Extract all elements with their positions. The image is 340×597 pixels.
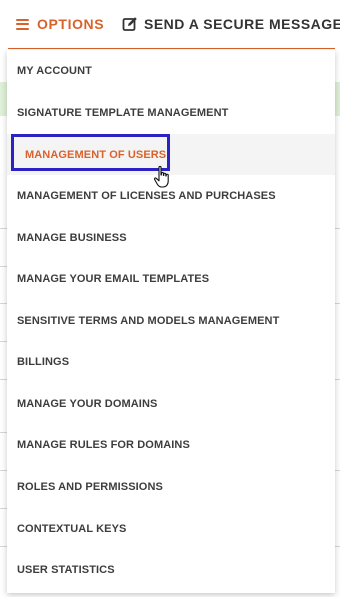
menu-item-manage-rules-for-domains[interactable]: MANAGE RULES FOR DOMAINS [7, 424, 335, 465]
menu-item-label: MANAGE YOUR DOMAINS [17, 397, 158, 410]
focus-highlight [11, 134, 170, 171]
menu-item-label: BILLINGS [17, 355, 70, 368]
menu-item-label: MANAGE YOUR EMAIL TEMPLATES [17, 272, 210, 285]
menu-item-label: SENSITIVE TERMS AND MODELS MANAGEMENT [17, 314, 280, 327]
menu-item-label: USER STATISTICS [17, 563, 115, 576]
menu-item-billings[interactable]: BILLINGS [7, 341, 335, 382]
background-divider [335, 228, 340, 229]
options-dropdown-menu: MY ACCOUNT SIGNATURE TEMPLATE MANAGEMENT… [7, 50, 335, 593]
menu-item-label: MANAGE RULES FOR DOMAINS [17, 438, 190, 451]
hand-pointer-icon [153, 165, 169, 188]
menu-item-label: CONTEXTUAL KEYS [17, 522, 127, 535]
background-divider [335, 379, 340, 380]
menu-item-label: MANAGE BUSINESS [17, 231, 127, 244]
menu-item-signature-template-management[interactable]: SIGNATURE TEMPLATE MANAGEMENT [7, 92, 335, 133]
menu-item-my-account[interactable]: MY ACCOUNT [7, 50, 335, 91]
menu-item-contextual-keys[interactable]: CONTEXTUAL KEYS [7, 508, 335, 549]
background-divider [335, 470, 340, 471]
menu-item-label: MANAGEMENT OF LICENSES AND PURCHASES [17, 189, 276, 202]
send-secure-message-label: SEND A SECURE MESSAGE [144, 16, 340, 32]
options-button[interactable]: OPTIONS [16, 14, 104, 34]
background-divider [335, 303, 340, 304]
menu-item-label: ROLES AND PERMISSIONS [17, 480, 163, 493]
menu-item-manage-domains[interactable]: MANAGE YOUR DOMAINS [7, 383, 335, 424]
background-divider [335, 546, 340, 547]
menu-item-roles-and-permissions[interactable]: ROLES AND PERMISSIONS [7, 466, 335, 507]
menu-item-user-statistics[interactable]: USER STATISTICS [7, 549, 335, 590]
options-label: OPTIONS [37, 16, 105, 32]
menu-item-manage-email-templates[interactable]: MANAGE YOUR EMAIL TEMPLATES [7, 258, 335, 299]
hamburger-icon [16, 18, 29, 30]
edit-icon [122, 17, 137, 31]
top-bar: OPTIONS SEND A SECURE MESSAGE [0, 0, 340, 48]
active-underline [8, 48, 335, 49]
menu-item-manage-business[interactable]: MANAGE BUSINESS [7, 217, 335, 258]
menu-item-label: MY ACCOUNT [17, 64, 92, 77]
menu-item-label: SIGNATURE TEMPLATE MANAGEMENT [17, 106, 229, 119]
send-secure-message-button[interactable]: SEND A SECURE MESSAGE [122, 14, 340, 34]
menu-item-sensitive-terms[interactable]: SENSITIVE TERMS AND MODELS MANAGEMENT [7, 300, 335, 341]
